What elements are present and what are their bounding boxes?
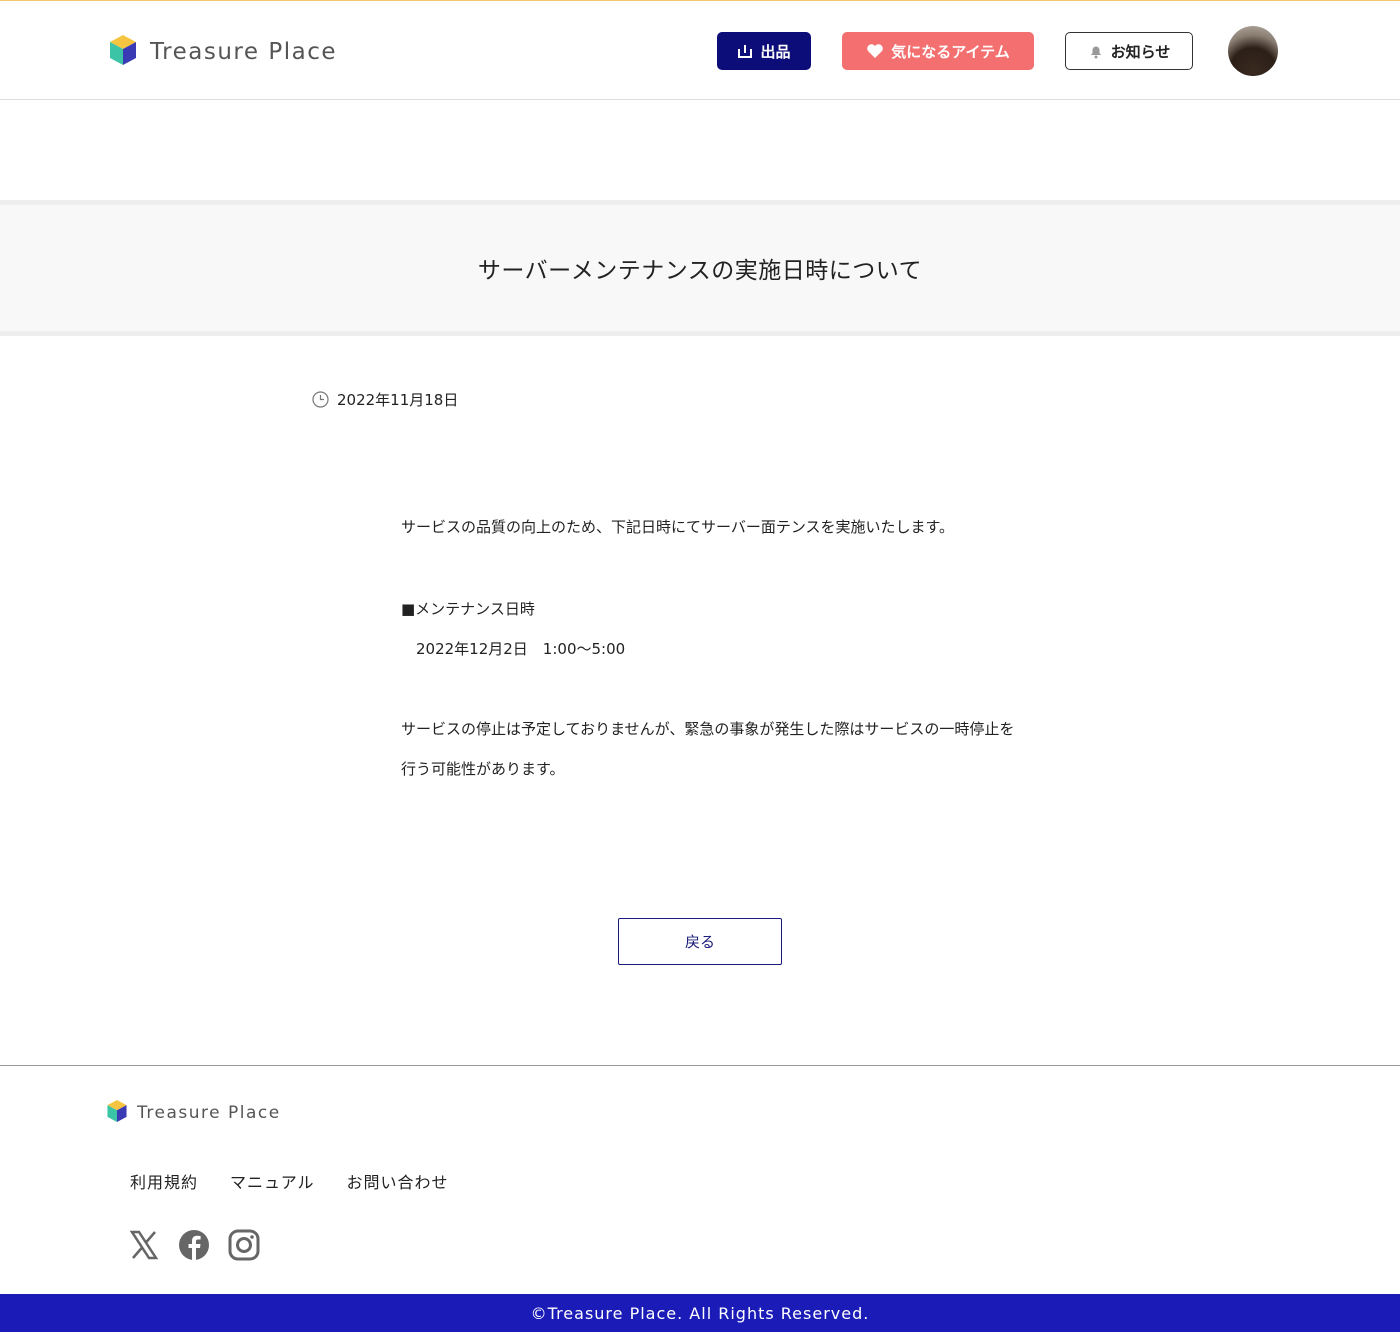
footer-logo[interactable]: Treasure Place [106, 1099, 281, 1127]
facebook-icon[interactable] [178, 1229, 210, 1261]
site-footer: Treasure Place 利用規約 マニュアル お問い合わせ [0, 1065, 1400, 1294]
site-header: Treasure Place 出品 気になるアイテム お知らせ [0, 0, 1400, 100]
site-logo[interactable]: Treasure Place [108, 34, 337, 70]
favorites-label: 気になるアイテム [891, 42, 1010, 61]
social-links [128, 1229, 278, 1261]
x-icon[interactable] [128, 1229, 160, 1261]
body-paragraph-2-line-1: サービスの停止は予定しておりませんが、緊急の事象が発生した際はサービスの一時停止… [401, 720, 1015, 738]
footer-link-contact[interactable]: お問い合わせ [347, 1169, 449, 1193]
instagram-icon[interactable] [228, 1229, 260, 1261]
heart-icon [866, 43, 884, 59]
listing-button[interactable]: 出品 [717, 32, 811, 70]
favorites-button[interactable]: 気になるアイテム [842, 32, 1034, 70]
post-date-text: 2022年11月18日 [337, 391, 459, 409]
page-title: サーバーメンテナンスの実施日時について [477, 258, 923, 284]
body-heading: ■メンテナンス日時 [401, 600, 535, 618]
body-paragraph-2-line-2: 行う可能性があります。 [401, 760, 565, 778]
footer-link-manual[interactable]: マニュアル [230, 1169, 315, 1193]
clock-icon [312, 391, 329, 408]
upload-icon [737, 43, 753, 59]
back-button[interactable]: 戻る [618, 918, 782, 965]
listing-label: 出品 [760, 42, 791, 61]
cube-logo-icon [106, 1099, 128, 1127]
page-title-band: サーバーメンテナンスの実施日時について [0, 200, 1400, 336]
bell-icon [1088, 43, 1104, 59]
copyright-bar: ©Treasure Place. All Rights Reserved. [0, 1294, 1400, 1332]
notifications-label: お知らせ [1110, 42, 1171, 61]
brand-name: Treasure Place [150, 39, 337, 65]
footer-brand-name: Treasure Place [137, 1103, 281, 1123]
post-date: 2022年11月18日 [312, 389, 458, 410]
notifications-button[interactable]: お知らせ [1065, 32, 1193, 70]
body-schedule: 2022年12月2日 1:00〜5:00 [401, 640, 626, 658]
footer-link-terms[interactable]: 利用規約 [130, 1169, 198, 1193]
user-avatar[interactable] [1228, 26, 1278, 76]
footer-nav: 利用規約 マニュアル お問い合わせ [130, 1169, 481, 1193]
cube-logo-icon [108, 34, 138, 70]
body-paragraph-1: サービスの品質の向上のため、下記日時にてサーバー面テンスを実施いたします。 [401, 518, 955, 536]
